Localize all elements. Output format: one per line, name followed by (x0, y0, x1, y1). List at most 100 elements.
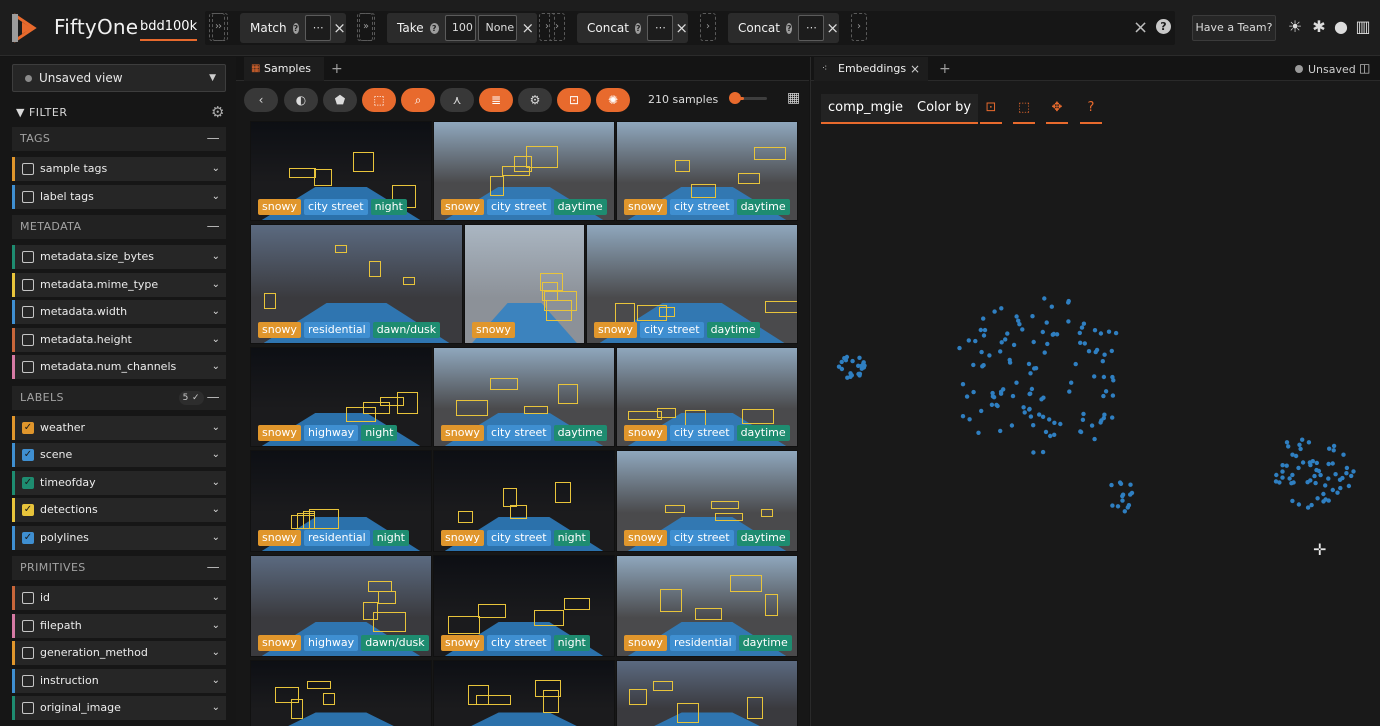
embedding-point[interactable] (1310, 459, 1315, 464)
embedding-point[interactable] (1086, 349, 1092, 354)
embedding-point[interactable] (999, 306, 1004, 311)
chevron-down-icon[interactable]: ⌄ (212, 273, 220, 297)
embedding-point[interactable] (1309, 502, 1314, 508)
close-icon[interactable]: × (519, 19, 537, 37)
embedding-point[interactable] (1005, 331, 1010, 336)
embedding-point[interactable] (1043, 429, 1049, 435)
embedding-point[interactable] (842, 356, 847, 361)
sidebar-item-detections[interactable]: ✓ detections ⌄ (12, 498, 226, 522)
embedding-point[interactable] (1280, 463, 1285, 468)
sample-tile[interactable]: snowy city street daytime (616, 121, 798, 221)
embedding-point[interactable] (1010, 393, 1016, 399)
sidebar-item-metadata-width[interactable]: metadata.width ⌄ (12, 300, 226, 324)
embedding-point[interactable] (1102, 412, 1107, 417)
section-labels[interactable]: LABELS 5 ✓ — (12, 385, 226, 410)
lasso-select-icon[interactable]: ⬚ (1013, 94, 1035, 124)
embedding-point[interactable] (967, 417, 972, 422)
embedding-point[interactable] (1047, 417, 1052, 422)
embedding-point[interactable] (1027, 391, 1032, 397)
embedding-point[interactable] (998, 349, 1003, 354)
chevron-down-icon[interactable]: ⌄ (212, 328, 220, 352)
embedding-point[interactable] (1045, 341, 1050, 347)
collapse-icon[interactable]: — (207, 215, 220, 239)
embedding-point[interactable] (973, 338, 978, 344)
embedding-point[interactable] (1349, 473, 1354, 479)
embedding-point[interactable] (966, 338, 971, 343)
fit-selection-icon[interactable]: ⊡ (980, 94, 1002, 124)
help-icon[interactable]: ? (1156, 19, 1171, 34)
embedding-point[interactable] (1297, 442, 1302, 447)
sidebar-item-instruction[interactable]: instruction ⌄ (12, 668, 226, 693)
tag-icon[interactable]: ⬟ (323, 88, 357, 112)
embedding-point[interactable] (1101, 393, 1106, 399)
close-icon[interactable]: × (333, 19, 346, 37)
embedding-point[interactable] (1066, 298, 1071, 304)
sample-tile[interactable] (616, 660, 798, 726)
chevron-down-icon[interactable]: ⌄ (212, 185, 220, 209)
embedding-point[interactable] (978, 327, 983, 333)
section-primitives[interactable]: PRIMITIVES — (12, 556, 226, 580)
embedding-point[interactable] (1028, 371, 1033, 376)
help-icon[interactable]: ? (1080, 94, 1102, 124)
embedding-point[interactable] (1099, 418, 1104, 423)
embedding-point[interactable] (1040, 414, 1046, 419)
sample-tile[interactable]: snowy city street daytime (616, 450, 798, 552)
select-labels-icon[interactable]: ⬚ (362, 88, 396, 112)
embedding-point[interactable] (1033, 366, 1039, 371)
embedding-point[interactable] (1284, 440, 1290, 445)
chevron-down-icon[interactable]: ⌄ (212, 355, 220, 379)
sidebar-item-sample-tags[interactable]: sample tags ⌄ (12, 157, 226, 181)
chevron-down-icon[interactable]: ⌄ (212, 300, 220, 324)
embedding-point[interactable] (856, 363, 861, 368)
embedding-point[interactable] (971, 362, 976, 368)
embedding-point[interactable] (999, 340, 1004, 345)
embedding-point[interactable] (1308, 478, 1313, 483)
embedding-point[interactable] (1323, 497, 1328, 502)
chevron-down-icon[interactable]: ⌄ (212, 641, 220, 665)
embedding-point[interactable] (1273, 479, 1279, 484)
sample-tile[interactable]: snowy residential night (250, 450, 432, 552)
embedding-point[interactable] (1326, 476, 1331, 481)
stage-take[interactable]: Take ? 100 None × (387, 13, 537, 43)
checkbox[interactable] (22, 190, 34, 203)
embedding-point[interactable] (1346, 483, 1352, 489)
sidebar-item-metadata-num-channels[interactable]: metadata.num_channels ⌄ (12, 355, 226, 379)
embedding-point[interactable] (1077, 330, 1082, 336)
docs-icon[interactable]: ▥ (1353, 17, 1373, 37)
embedding-point[interactable] (1009, 423, 1015, 428)
sidebar-item-scene[interactable]: ✓ scene ⌄ (12, 443, 226, 467)
fiftyone-logo-icon[interactable] (10, 12, 44, 44)
embedding-point[interactable] (976, 430, 981, 435)
embedding-point[interactable] (1100, 359, 1105, 364)
embedding-point[interactable] (1066, 319, 1071, 324)
sample-tile[interactable]: snowy city street daytime (616, 347, 798, 447)
embedding-point[interactable] (1052, 432, 1057, 437)
embedding-point[interactable] (981, 316, 986, 321)
embedding-point[interactable] (857, 355, 862, 360)
embedding-point[interactable] (1067, 389, 1072, 394)
back-button[interactable]: ‹ (244, 88, 278, 112)
sample-tile[interactable]: snowy city street night (250, 121, 432, 221)
stage-param[interactable]: ⋯ (305, 15, 332, 41)
sample-tile[interactable] (433, 660, 615, 726)
checkbox[interactable]: ✓ (22, 449, 34, 461)
embedding-point[interactable] (1041, 395, 1046, 400)
embedding-point[interactable] (1037, 412, 1042, 417)
embedding-point[interactable] (1030, 314, 1035, 319)
tab-samples[interactable]: ▦ Samples (244, 57, 324, 81)
embedding-point[interactable] (1122, 509, 1127, 514)
slider-knob[interactable] (729, 92, 741, 104)
embedding-point[interactable] (1300, 437, 1305, 442)
embedding-point[interactable] (1020, 327, 1025, 332)
embedding-point[interactable] (1081, 321, 1087, 326)
sidebar-item-id[interactable]: id ⌄ (12, 586, 226, 610)
section-metadata[interactable]: METADATA — (12, 215, 226, 239)
sample-tile[interactable] (250, 660, 432, 726)
sidebar-item-filepath[interactable]: filepath ⌄ (12, 613, 226, 638)
embedding-point[interactable] (1027, 406, 1032, 412)
add-stage-button[interactable]: › (851, 13, 867, 41)
sidebar-item-timeofday[interactable]: ✓ timeofday ⌄ (12, 470, 226, 495)
stage-param[interactable]: ⋯ (647, 15, 674, 41)
embedding-point[interactable] (1318, 472, 1323, 478)
embedding-point[interactable] (979, 408, 984, 414)
